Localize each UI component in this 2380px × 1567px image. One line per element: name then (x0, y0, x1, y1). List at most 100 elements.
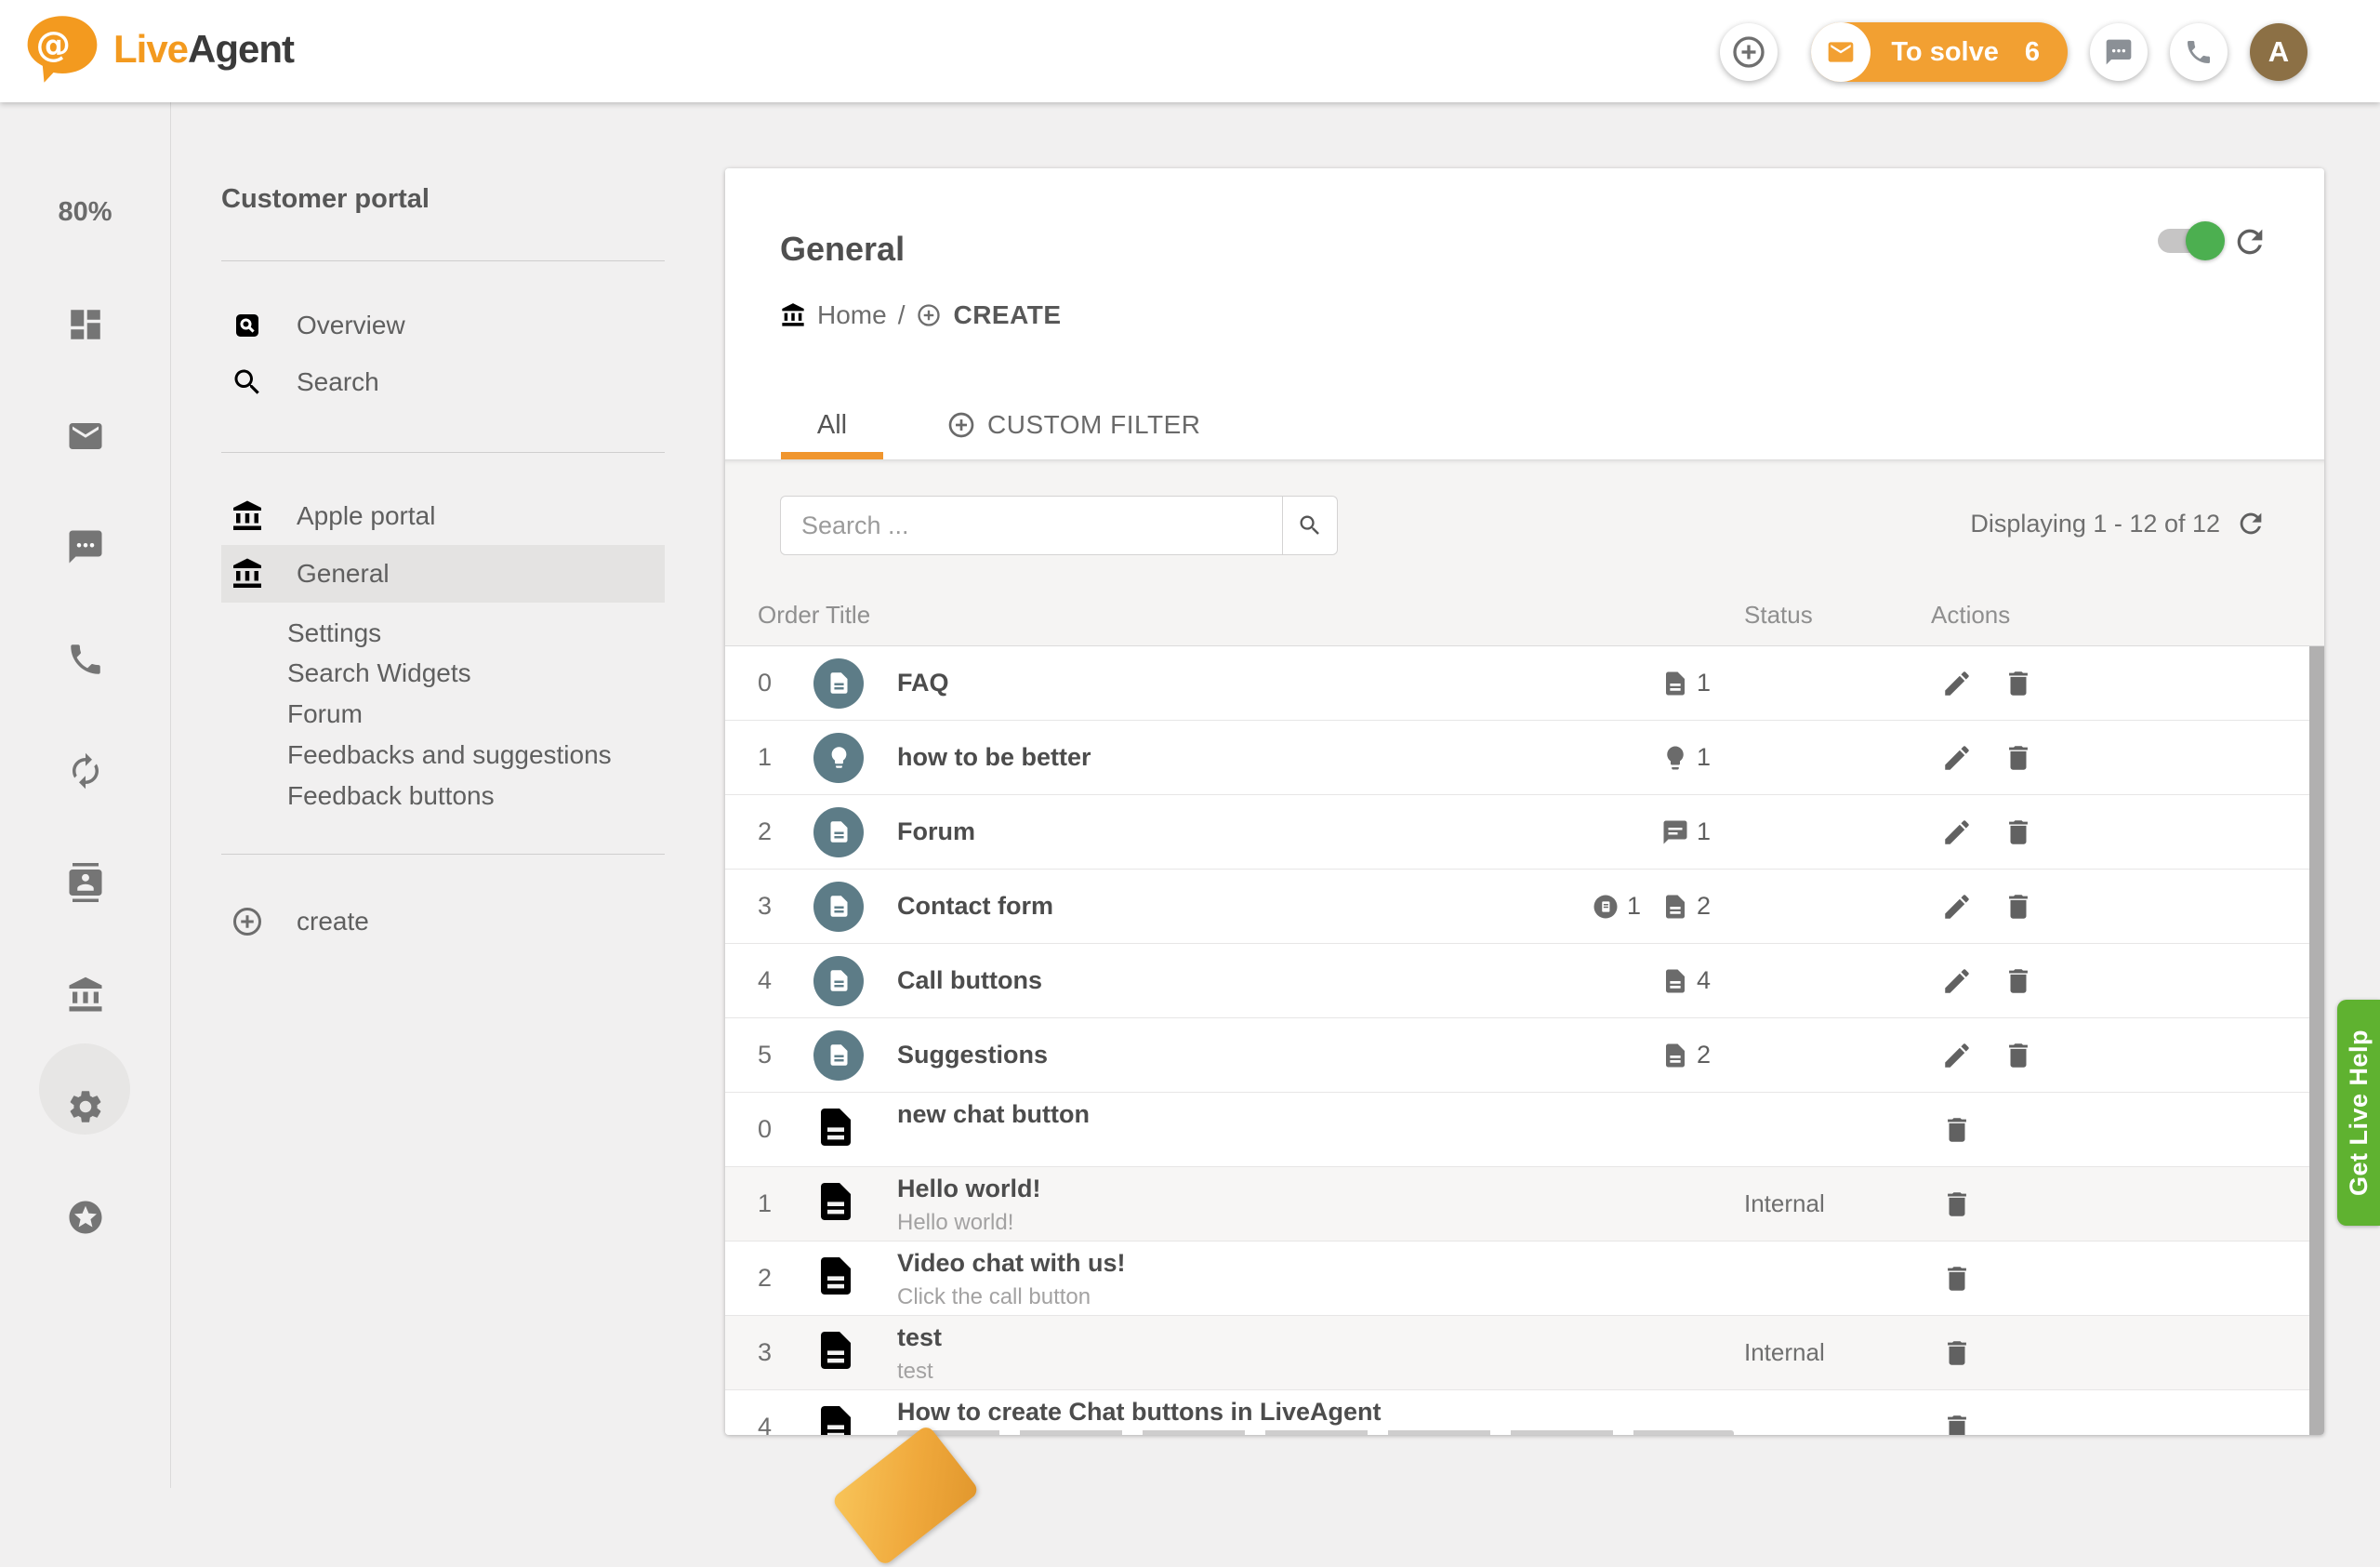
row-order: 4 (758, 966, 813, 995)
delete-button[interactable] (2000, 739, 2037, 777)
row-subtitle: Hello world! (897, 1210, 1013, 1236)
delete-button[interactable] (1938, 1260, 1976, 1297)
breadcrumb-home[interactable]: Home (817, 300, 887, 330)
table-row[interactable]: 1 Hello world! Hello world! Internal (725, 1167, 2324, 1242)
table-row[interactable]: 3 test test Internal (725, 1316, 2324, 1390)
liveagent-logo[interactable]: @ LiveAgent (24, 13, 294, 86)
edit-button[interactable] (1938, 1037, 1976, 1074)
table-scrollbar[interactable] (2309, 646, 2324, 1435)
sidebar-item-feedbacks[interactable]: Feedbacks and suggestions (287, 735, 612, 776)
table-row[interactable]: 2 Video chat with us! Click the call but… (725, 1242, 2324, 1316)
row-title[interactable]: how to be better (897, 743, 1091, 771)
phone-icon[interactable] (0, 640, 170, 679)
row-order: 2 (758, 1264, 813, 1293)
delete-button[interactable] (2000, 963, 2037, 1000)
edit-button[interactable] (1938, 739, 1976, 777)
sidebar-item-settings[interactable]: Settings (287, 613, 381, 654)
sidebar-item-apple-portal[interactable]: Apple portal (221, 489, 665, 543)
portal-icon (231, 557, 264, 591)
sidebar-item-create[interactable]: create (221, 895, 665, 949)
sidebar-item-feedback-buttons[interactable]: Feedback buttons (287, 776, 495, 817)
delete-button[interactable] (1938, 1409, 1976, 1436)
mail-icon (1811, 22, 1871, 82)
avatar[interactable]: A (2250, 23, 2307, 81)
row-subtitle: Click the call button (897, 1284, 1091, 1310)
search-submit-button[interactable] (1282, 497, 1337, 554)
column-actions: Actions (1931, 601, 2010, 630)
active-toggle[interactable] (2158, 229, 2215, 253)
tab-custom-filter[interactable]: CUSTOM FILTER (946, 391, 1200, 459)
table-row[interactable]: 0 FAQ 1 (725, 646, 2324, 721)
sidebar-item-search-widgets[interactable]: Search Widgets (287, 653, 471, 694)
row-title[interactable]: Video chat with us! (897, 1249, 1126, 1278)
row-order: 4 (758, 1413, 813, 1435)
table-row[interactable]: 5 Suggestions 2 (725, 1018, 2324, 1093)
column-title: Title (826, 601, 870, 630)
portal-icon (231, 499, 264, 533)
row-title[interactable]: Hello world! (897, 1175, 1041, 1203)
refresh-icon[interactable] (2235, 508, 2267, 539)
sidebar-item-search[interactable]: Search (221, 355, 665, 409)
star-icon[interactable] (0, 1198, 170, 1237)
row-title[interactable]: Call buttons (897, 966, 1042, 994)
calls-button[interactable] (2170, 23, 2228, 81)
sidebar-item-general[interactable]: General (221, 547, 665, 601)
overview-icon (231, 309, 264, 342)
table-row[interactable]: 2 Forum 1 (725, 795, 2324, 870)
row-title[interactable]: Suggestions (897, 1041, 1048, 1069)
breadcrumb-create[interactable]: CREATE (953, 300, 1061, 330)
delete-button[interactable] (1938, 1111, 1976, 1149)
sidebar-item-overview[interactable]: Overview (221, 299, 665, 352)
search-input[interactable] (781, 497, 1282, 554)
logo-text: LiveAgent (113, 27, 294, 72)
portal-icon[interactable] (0, 976, 170, 1015)
file-icon (813, 1398, 858, 1435)
row-title[interactable]: Contact form (897, 892, 1053, 920)
table-row[interactable]: 3 Contact form 1 2 (725, 870, 2324, 944)
contacts-icon[interactable] (0, 863, 170, 902)
logo-bubble-icon: @ (24, 13, 100, 86)
document-icon (813, 1030, 864, 1081)
table-row[interactable]: 4 How to create Chat buttons in LiveAgen… (725, 1390, 2324, 1435)
delete-button[interactable] (2000, 888, 2037, 925)
to-solve-button[interactable]: To solve 6 (1811, 22, 2068, 82)
get-live-help-button[interactable]: Get Live Help (2337, 1000, 2380, 1226)
settings-icon[interactable] (0, 1087, 170, 1126)
edit-button[interactable] (1938, 888, 1976, 925)
row-title[interactable]: How to create Chat buttons in LiveAgent (897, 1398, 1382, 1427)
table-row[interactable]: 1 how to be better 1 (725, 721, 2324, 795)
chat-icon[interactable] (0, 527, 170, 566)
row-subtitle: test (897, 1359, 933, 1385)
file-icon (813, 1100, 858, 1154)
row-order: 1 (758, 743, 813, 772)
document-icon (813, 658, 864, 709)
mail-icon[interactable] (0, 417, 170, 456)
edit-button[interactable] (1938, 665, 1976, 702)
table-row[interactable]: 4 Call buttons 4 (725, 944, 2324, 1018)
row-title[interactable]: new chat button (897, 1100, 1090, 1129)
edit-button[interactable] (1938, 963, 1976, 1000)
page-title: General (780, 230, 905, 269)
dashboard-icon[interactable] (0, 305, 170, 344)
edit-button[interactable] (1938, 814, 1976, 851)
sync-icon[interactable] (0, 751, 170, 790)
table-row[interactable]: 0 new chat button (725, 1093, 2324, 1167)
delete-button[interactable] (2000, 1037, 2037, 1074)
row-title[interactable]: test (897, 1323, 942, 1352)
chats-button[interactable] (2090, 23, 2148, 81)
plus-circle-icon (231, 905, 264, 938)
column-status: Status (1744, 601, 1813, 630)
tab-all[interactable]: All (781, 391, 883, 459)
refresh-icon[interactable] (2231, 223, 2268, 260)
row-order: 3 (758, 892, 813, 921)
table-body: 0 FAQ 1 1 how to be better 1 (725, 646, 2324, 1435)
delete-button[interactable] (2000, 665, 2037, 702)
panel-body: Displaying 1 - 12 of 12 Order Title Stat… (725, 459, 2324, 1435)
delete-button[interactable] (1938, 1186, 1976, 1223)
row-title[interactable]: FAQ (897, 669, 949, 697)
add-button[interactable] (1720, 23, 1778, 81)
row-title[interactable]: Forum (897, 817, 975, 845)
delete-button[interactable] (2000, 814, 2037, 851)
delete-button[interactable] (1938, 1335, 1976, 1372)
sidebar-item-forum[interactable]: Forum (287, 694, 363, 735)
